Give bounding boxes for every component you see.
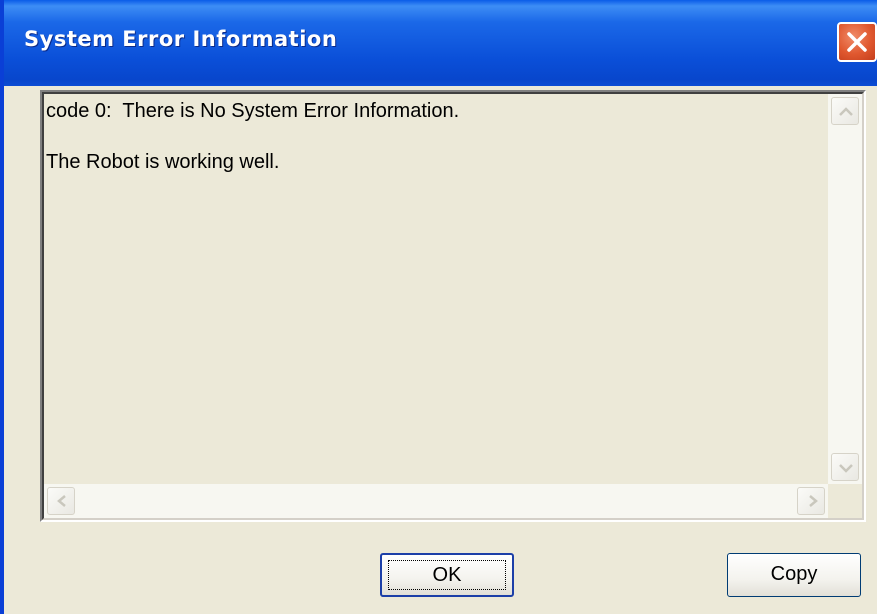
error-info-text: code 0: There is No System Error Informa… — [46, 98, 826, 200]
chevron-up-icon — [839, 107, 853, 116]
window-title: System Error Information — [24, 27, 338, 51]
error-code-line: code 0: There is No System Error Informa… — [46, 100, 460, 122]
status-line: The Robot is working well. — [46, 151, 280, 173]
vertical-scrollbar[interactable] — [828, 94, 862, 484]
title-bar[interactable]: System Error Information — [4, 0, 877, 86]
chevron-left-icon — [57, 495, 66, 507]
chevron-right-icon — [809, 495, 818, 507]
horizontal-scrollbar[interactable] — [44, 484, 828, 518]
close-icon — [847, 32, 867, 52]
scrollbar-corner — [828, 484, 862, 518]
error-info-textbox[interactable]: code 0: There is No System Error Informa… — [40, 90, 866, 522]
scroll-right-button[interactable] — [797, 487, 825, 515]
scroll-left-button[interactable] — [47, 487, 75, 515]
ok-button-label: OK — [388, 560, 506, 590]
ok-button[interactable]: OK — [380, 553, 514, 597]
copy-button[interactable]: Copy — [727, 553, 861, 597]
dialog-body: code 0: There is No System Error Informa… — [4, 86, 877, 614]
dialog-window: System Error Information code 0: There i… — [0, 0, 877, 614]
scroll-up-button[interactable] — [831, 97, 859, 125]
chevron-down-icon — [839, 464, 853, 473]
close-button[interactable] — [837, 22, 877, 62]
scroll-down-button[interactable] — [831, 453, 859, 481]
